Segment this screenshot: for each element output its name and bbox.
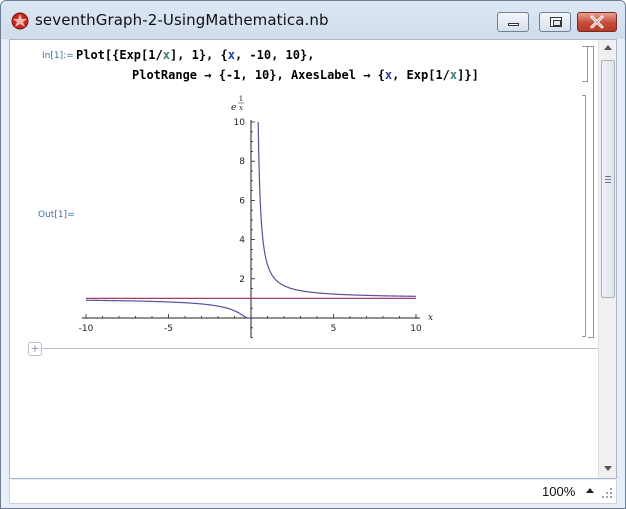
y-tick-label: 10 <box>234 118 246 128</box>
y-axis-label-base: e <box>231 103 236 113</box>
mathematica-app-icon[interactable] <box>11 12 29 30</box>
minimize-button[interactable] <box>497 12 529 32</box>
title-bar[interactable]: seventhGraph-2-UsingMathematica.nb <box>1 1 625 39</box>
scroll-up-arrow-icon[interactable] <box>604 45 612 50</box>
notebook-content[interactable]: In[1]:= Plot[{Exp[1/x], 1}, {x, -10, 10}… <box>9 39 617 479</box>
scroll-down-arrow-icon[interactable] <box>604 466 612 471</box>
x-axis-label: x <box>428 313 433 323</box>
y-axis-label-denominator: x <box>239 104 243 112</box>
x-tick-label: -5 <box>164 324 173 334</box>
resize-grip-icon[interactable] <box>600 486 614 500</box>
grip-line <box>605 176 611 177</box>
window-title: seventhGraph-2-UsingMathematica.nb <box>35 11 329 29</box>
series-exp-right-branch <box>257 121 417 297</box>
zoom-level[interactable]: 100% <box>542 484 575 499</box>
scrollbar-thumb[interactable] <box>601 60 615 298</box>
x-tick-label: -10 <box>79 324 94 334</box>
close-button[interactable] <box>577 12 617 32</box>
y-tick-label: 4 <box>239 236 245 246</box>
cell-insertion-line[interactable] <box>28 348 598 349</box>
x-tick-label: 10 <box>410 324 422 334</box>
restore-icon <box>550 17 562 27</box>
vertical-scrollbar[interactable] <box>598 40 616 478</box>
add-cell-button[interactable]: + <box>28 342 42 356</box>
close-icon <box>590 15 604 29</box>
y-tick-label: 8 <box>239 157 245 167</box>
plot-graphic[interactable]: -10 -5 5 10246810xe1x <box>10 40 598 340</box>
x-tick-label: 5 <box>331 324 337 334</box>
y-tick-label: 6 <box>239 196 245 206</box>
status-bar: 100% <box>9 480 617 504</box>
zoom-menu-arrow-icon[interactable] <box>586 488 594 493</box>
plot-axes <box>82 120 420 339</box>
grip-line <box>605 179 611 180</box>
y-tick-label: 2 <box>239 275 245 285</box>
minimize-icon <box>508 23 519 26</box>
grip-line <box>605 182 611 183</box>
maximize-button[interactable] <box>539 12 571 32</box>
notebook-window: seventhGraph-2-UsingMathematica.nb In[1]… <box>0 0 626 509</box>
y-axis-label-numerator: 1 <box>239 95 243 103</box>
